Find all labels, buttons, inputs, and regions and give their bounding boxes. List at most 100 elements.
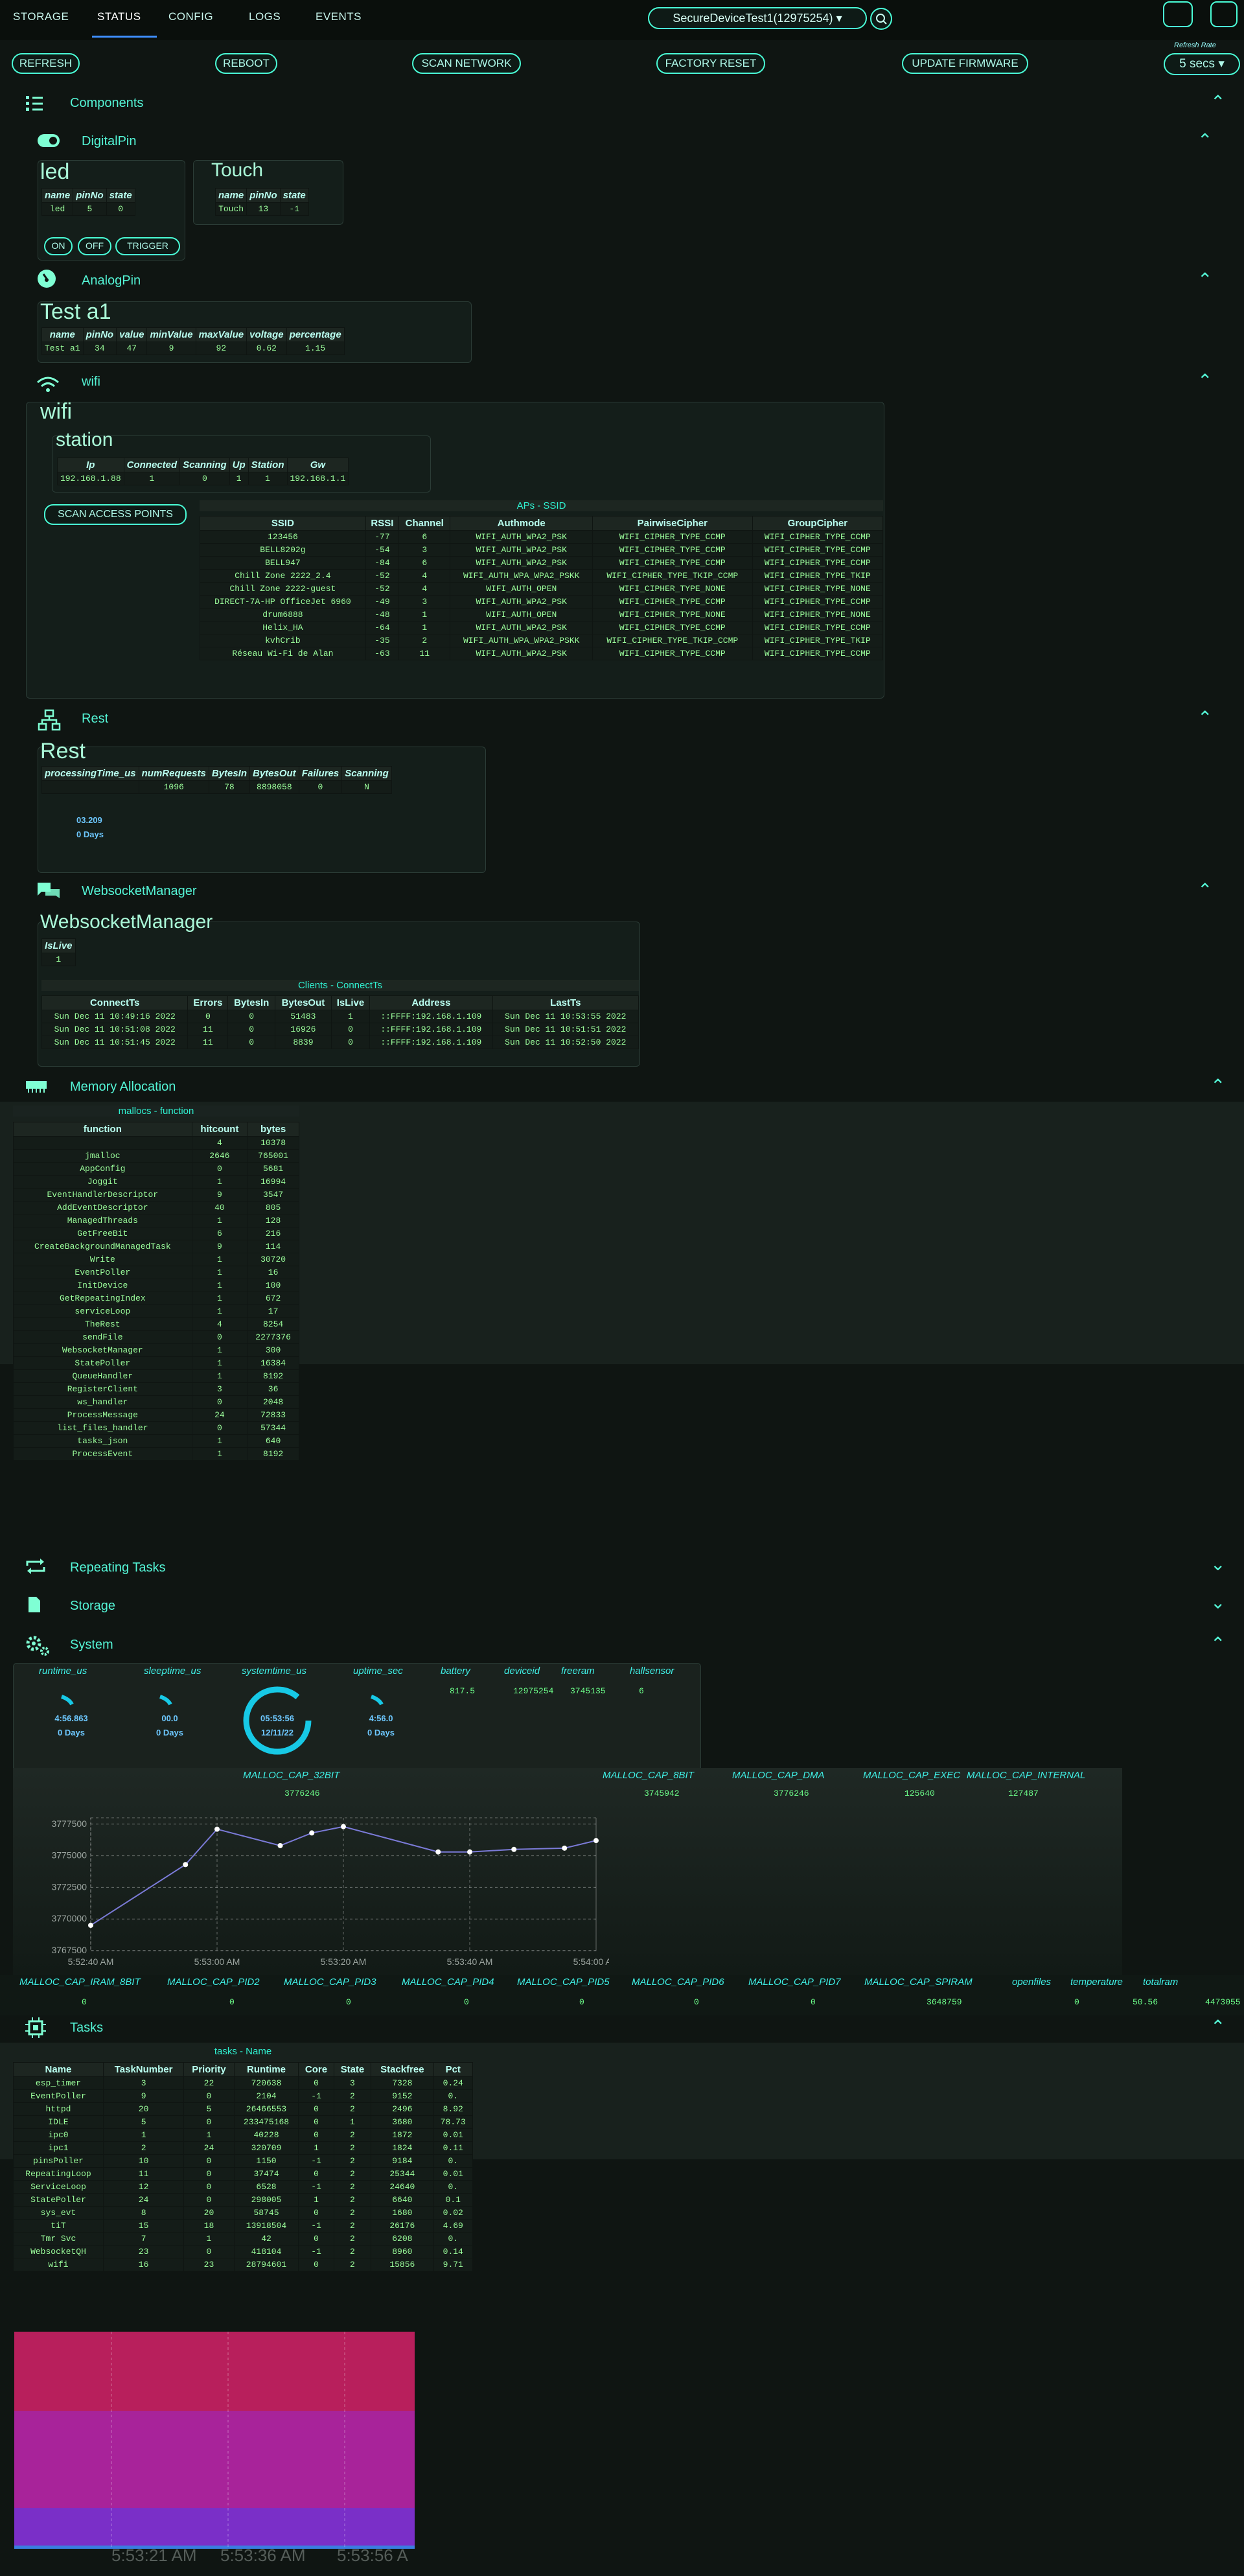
cell: 1 (183, 2232, 235, 2245)
cell: 0.1 (433, 2193, 473, 2207)
cell: 0 (298, 2167, 334, 2181)
table-row: 4 10378 (13, 1136, 299, 1150)
collapse-chevron-icon[interactable]: ⌃ (1210, 1077, 1225, 1095)
collapse-chevron-icon[interactable]: ⌃ (1197, 709, 1212, 727)
collapse-chevron-icon[interactable]: ⌃ (1197, 271, 1212, 289)
refresh-button[interactable]: REFRESH (12, 53, 80, 74)
cell: WIFI_CIPHER_TYPE_CCMP (752, 530, 884, 544)
scan-access-points-button[interactable]: SCAN ACCESS POINTS (44, 504, 187, 525)
tab-status[interactable]: STATUS (97, 10, 141, 23)
cell: 2 (333, 2154, 372, 2168)
data-point (341, 1824, 346, 1829)
expand-chevron-icon[interactable]: ⌄ (1210, 1594, 1225, 1612)
data-point (88, 1922, 93, 1928)
scan-network-button[interactable]: SCAN NETWORK (412, 53, 521, 74)
cell: 100 (247, 1279, 299, 1292)
cell: Touch (214, 202, 248, 216)
malloc-label: openfiles (1012, 1977, 1052, 1988)
cell: 0.24 (433, 2076, 473, 2090)
tab-events[interactable]: EVENTS (316, 10, 362, 23)
col-header: voltage (246, 327, 287, 342)
cell: 2646 (191, 1149, 248, 1163)
table-row: Helix_HA -64 1 WIFI_AUTH_WPA2_PSK WIFI_CIPHE… (200, 621, 884, 634)
collapse-chevron-icon[interactable]: ⌃ (1210, 93, 1225, 111)
cell: WIFI_CIPHER_TYPE_CCMP (752, 621, 884, 634)
cell: 4 (191, 1317, 248, 1331)
expand-chevron-icon[interactable]: ⌄ (1210, 1555, 1225, 1573)
cell: 0 (179, 472, 230, 485)
update-firmware-button[interactable]: UPDATE FIRMWARE (902, 53, 1028, 74)
rest-panel-title: Rest (40, 739, 86, 763)
wifi-icon (35, 375, 61, 394)
cell: 1 (191, 1253, 248, 1266)
trigger-button[interactable]: TRIGGER (115, 237, 180, 255)
col-header: state (106, 188, 135, 203)
cell: WIFI_CIPHER_TYPE_NONE (592, 608, 753, 621)
clients-table: ConnectTs Errors BytesIn BytesOut IsLive Addr… (41, 995, 639, 1049)
cell: 1 (298, 2141, 334, 2155)
refresh-rate-select[interactable]: 5 secs ▾ (1164, 53, 1240, 75)
cell: 9 (102, 2089, 185, 2103)
cell: WIFI_CIPHER_TYPE_NONE (592, 582, 753, 596)
malloc-label: MALLOC_CAP_PID4 (402, 1977, 494, 1988)
malloc-line-chart: 3767500 3770000 3772500 3775000 3777500 5:52:… (51, 1817, 609, 1967)
table-row: Réseau Wi-Fi de Alan -63 11 WIFI_AUTH_WPA2_… (200, 647, 884, 660)
tab-logs[interactable]: LOGS (249, 10, 281, 23)
malloc-value: 3776246 (284, 1789, 320, 1798)
malloc-value: 0 (229, 1997, 235, 2007)
off-button[interactable]: OFF (78, 237, 111, 255)
tab-config[interactable]: CONFIG (168, 10, 213, 23)
cell: 7328 (371, 2076, 434, 2090)
device-chip-icon[interactable] (1210, 1, 1238, 27)
data-point (183, 1862, 189, 1868)
cell: 0 (106, 202, 135, 216)
col-header: processingTime_us (41, 766, 139, 781)
cell: 0.01 (433, 2128, 473, 2142)
collapse-chevron-icon[interactable]: ⌃ (1197, 132, 1212, 150)
cell: Sun Dec 11 10:53:55 2022 (492, 1010, 639, 1023)
tasks-table: Name TaskNumber Priority Runtime Core State St… (13, 2062, 473, 2271)
cell: 1 (398, 621, 451, 634)
table-row: tasks_json 1 640 (13, 1434, 299, 1448)
storage-status-icon[interactable] (1163, 1, 1193, 27)
cell: 1150 (233, 2154, 299, 2168)
cell: 0 (298, 2206, 334, 2220)
search-button[interactable] (870, 8, 892, 30)
cell: 2 (333, 2141, 372, 2155)
cell: 233475168 (233, 2115, 299, 2129)
col-header: Errors (187, 995, 229, 1010)
collapse-chevron-icon[interactable]: ⌃ (1210, 1635, 1225, 1653)
cell: 40228 (233, 2128, 299, 2142)
on-button[interactable]: ON (44, 237, 73, 255)
cell: 8839 (274, 1036, 332, 1049)
cell: -48 (365, 608, 400, 621)
cell: WIFI_CIPHER_TYPE_NONE (752, 608, 884, 621)
collapse-chevron-icon[interactable]: ⌃ (1197, 881, 1212, 899)
cell: 23 (102, 2245, 185, 2258)
cell: 18 (183, 2219, 235, 2233)
cell: 15 (102, 2219, 185, 2233)
reboot-button[interactable]: REBOOT (215, 53, 277, 74)
table-row: Chill Zone 2222_2.4 -52 4 WIFI_AUTH_WPA_WPA… (200, 569, 884, 583)
cell: 2104 (233, 2089, 299, 2103)
tab-storage[interactable]: STORAGE (13, 10, 69, 23)
cell: WIFI_CIPHER_TYPE_NONE (752, 582, 884, 596)
chat-icon (36, 881, 61, 902)
cell: 4 (398, 569, 451, 583)
cell: 92 (195, 342, 248, 355)
cell: 1 (191, 1175, 248, 1189)
col-header: pinNo (73, 188, 107, 203)
factory-reset-button[interactable]: FACTORY RESET (656, 53, 765, 74)
device-select[interactable]: SecureDeviceTest1(12975254) ▾ (648, 7, 867, 29)
y-tick-label: 3777500 (51, 1818, 87, 1829)
cell: led (41, 202, 74, 216)
aps-table: SSID RSSI Channel Authmode PairwiseCipher Gro… (200, 516, 884, 660)
refresh-rate-value: 5 secs (1179, 57, 1215, 71)
collapse-chevron-icon[interactable]: ⌃ (1210, 2018, 1225, 2036)
websocket-islive-table: IsLive 1 (41, 938, 76, 966)
cell: 1 (298, 2193, 334, 2207)
toggle-icon[interactable] (38, 134, 60, 147)
cell: 5 (183, 2102, 235, 2116)
col-header: ConnectTs (41, 995, 189, 1010)
collapse-chevron-icon[interactable]: ⌃ (1197, 372, 1212, 390)
